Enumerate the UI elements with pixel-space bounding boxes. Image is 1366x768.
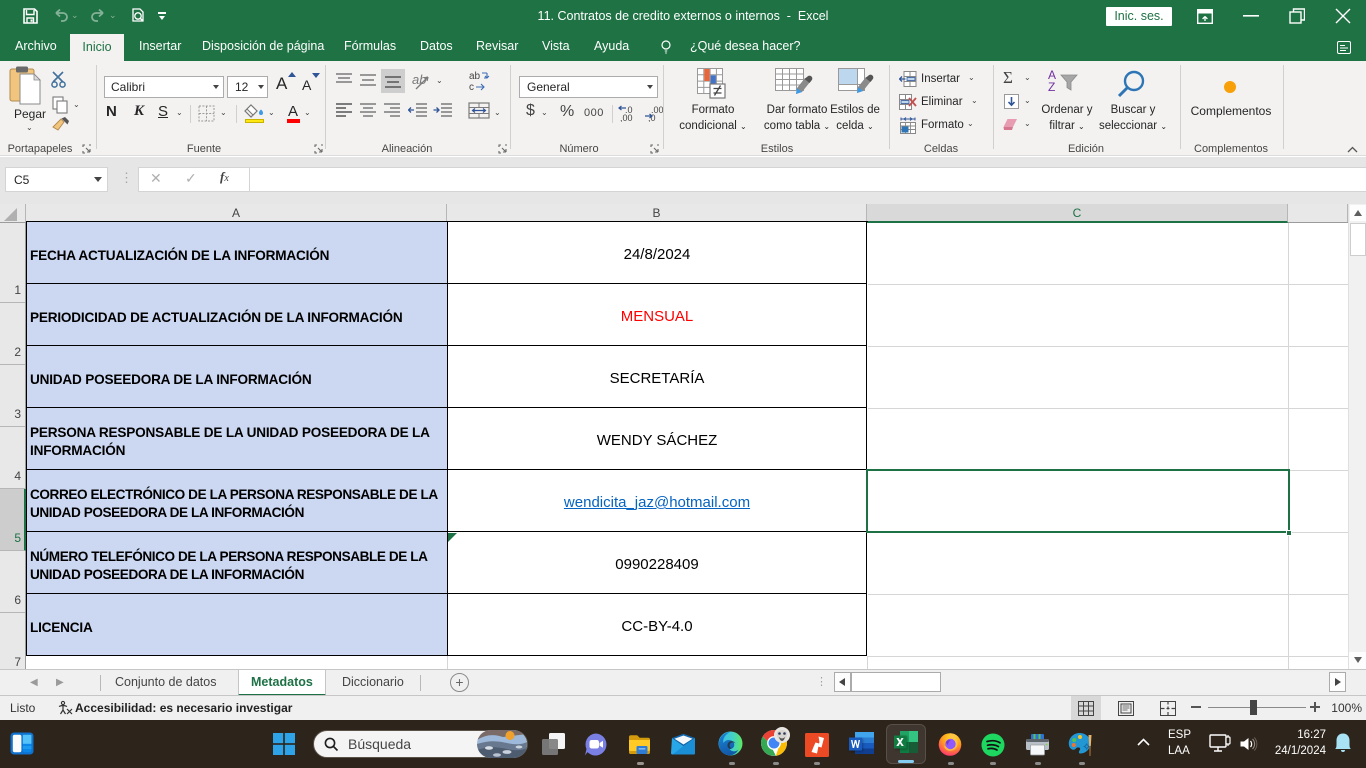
svg-text:,0: ,0 (648, 113, 656, 122)
svg-text:ab: ab (412, 72, 426, 87)
svg-text:c: c (469, 82, 474, 92)
svg-text:ab: ab (469, 71, 481, 82)
svg-text:,00: ,00 (620, 113, 633, 122)
